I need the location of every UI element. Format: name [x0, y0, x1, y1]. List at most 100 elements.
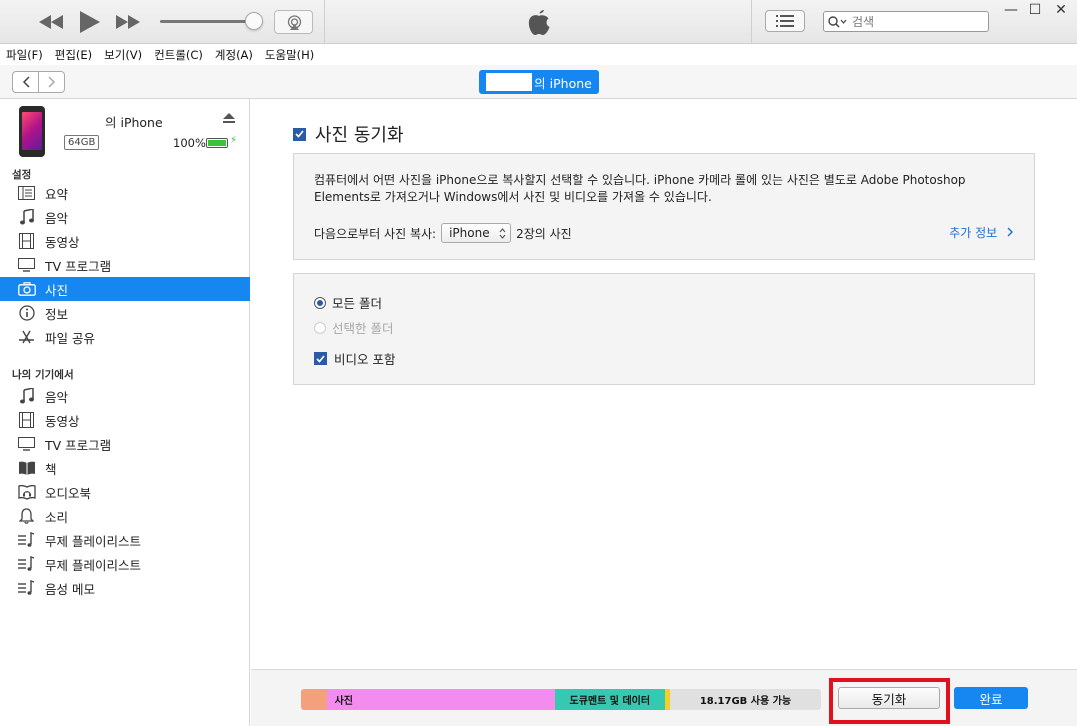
menu-bar: 파일(F) 편집(E) 보기(V) 컨트롤(C) 계정(A) 도움말(H) — [0, 44, 1077, 65]
playlist-icon — [17, 556, 36, 573]
sidebar-settings-item[interactable]: 요약 — [0, 181, 250, 205]
sidebar-device-item-label: 오디오북 — [45, 485, 92, 501]
main-content: 사진 동기화 컴퓨터에서 어떤 사진을 iPhone으로 복사할지 선택할 수 … — [251, 99, 1077, 669]
sidebar-device-item[interactable]: 책 — [0, 456, 250, 480]
include-videos-option[interactable]: 비디오 포함 — [314, 349, 395, 368]
device-section-title: 나의 기기에서 — [12, 369, 74, 381]
sidebar-settings-item[interactable]: 사진 — [0, 277, 250, 301]
sidebar-settings-item[interactable]: 파일 공유 — [0, 325, 250, 349]
menu-edit[interactable]: 편집(E) — [55, 47, 92, 63]
navigation-bar: 의 iPhone — [0, 65, 1077, 99]
sidebar-device-item[interactable]: TV 프로그램 — [0, 432, 250, 456]
sidebar-device-item-label: 음악 — [45, 389, 69, 405]
back-button[interactable] — [13, 72, 39, 92]
menu-view[interactable]: 보기(V) — [104, 47, 142, 63]
minimize-button[interactable]: — — [1001, 2, 1021, 18]
done-button[interactable]: 완료 — [954, 687, 1028, 709]
playlist-icon — [17, 580, 36, 597]
sidebar-device-item[interactable]: 무제 플레이리스트 — [0, 552, 250, 576]
selected-folders-radio — [314, 321, 326, 334]
photo-sync-description: 컴퓨터에서 어떤 사진을 iPhone으로 복사할지 선택할 수 있습니다. i… — [314, 173, 966, 204]
menu-file[interactable]: 파일(F) — [6, 47, 43, 63]
include-videos-label: 비디오 포함 — [334, 352, 396, 367]
film-icon — [17, 233, 36, 250]
bottom-bar: 사진 도큐멘트 및 데이터 18.17GB 사용 가능 동기화 완료 — [251, 669, 1077, 726]
capacity-badge: 64GB — [64, 135, 100, 150]
airplay-button[interactable] — [274, 10, 313, 34]
redacted-name — [486, 73, 533, 91]
copy-from-select[interactable]: iPhone — [441, 223, 512, 243]
sidebar-settings-item-label: 정보 — [45, 306, 69, 322]
sidebar-device-item[interactable]: 무제 플레이리스트 — [0, 528, 250, 552]
storage-segment: 도큐멘트 및 데이터 — [554, 689, 665, 710]
bell-icon — [17, 508, 36, 525]
sidebar-device-item-label: 무제 플레이리스트 — [45, 533, 141, 549]
all-folders-option[interactable]: 모든 폴더 — [314, 293, 382, 312]
chevron-right-icon — [1007, 227, 1013, 237]
volume-slider-knob[interactable] — [245, 12, 263, 30]
sidebar-settings-item[interactable]: TV 프로그램 — [0, 253, 250, 277]
eject-icon[interactable] — [223, 112, 235, 126]
charging-icon: ⚡ — [230, 135, 238, 146]
sidebar-device-item[interactable]: 소리 — [0, 504, 250, 528]
menu-help[interactable]: 도움말(H) — [265, 47, 314, 63]
sync-photos-title: 사진 동기화 — [315, 125, 404, 146]
photo-count: 2장의 사진 — [516, 226, 572, 241]
all-folders-label: 모든 폴더 — [332, 296, 382, 311]
music-icon — [17, 388, 36, 405]
menu-account[interactable]: 계정(A) — [215, 47, 253, 63]
sidebar: 의 iPhone 64GB 100% ⚡ 설정 요약 음악 동영상 TV 프로그램 사진… — [0, 99, 250, 726]
rewind-icon — [39, 15, 63, 29]
sidebar-device-item[interactable]: 동영상 — [0, 408, 250, 432]
apple-logo-icon — [525, 8, 553, 38]
fast-forward-icon — [116, 15, 140, 29]
sidebar-device-item[interactable]: 음성 메모 — [0, 576, 250, 600]
photo-source-panel: 컴퓨터에서 어떤 사진을 iPhone으로 복사할지 선택할 수 있습니다. i… — [293, 153, 1035, 260]
search-box[interactable] — [823, 11, 989, 32]
sync-photos-header: 사진 동기화 — [293, 121, 404, 147]
sidebar-settings-item[interactable]: 정보 — [0, 301, 250, 325]
selected-folders-label: 선택한 폴더 — [332, 321, 394, 336]
film-icon — [17, 412, 36, 429]
forward-button[interactable] — [39, 72, 64, 92]
device-name: 의 iPhone — [105, 115, 163, 130]
sidebar-device-item[interactable]: 오디오북 — [0, 480, 250, 504]
storage-segment: 18.17GB 사용 가능 — [669, 689, 821, 710]
search-icon — [828, 15, 847, 28]
volume-track[interactable] — [160, 20, 255, 23]
storage-bar: 사진 도큐멘트 및 데이터 18.17GB 사용 가능 — [301, 689, 821, 710]
sidebar-settings-item-label: TV 프로그램 — [45, 258, 112, 274]
sidebar-device-item[interactable]: 음악 — [0, 384, 250, 408]
airplay-icon — [287, 15, 302, 30]
play-icon — [80, 11, 100, 33]
info-icon — [17, 305, 36, 322]
sidebar-device-item-label: 음성 메모 — [45, 581, 95, 597]
app-store-icon — [17, 329, 36, 346]
more-info-link[interactable]: 추가 정보 — [949, 224, 1014, 241]
sidebar-settings-item[interactable]: 음악 — [0, 205, 250, 229]
all-folders-radio[interactable] — [314, 296, 326, 309]
device-card[interactable]: 의 iPhone 64GB 100% ⚡ — [0, 99, 250, 161]
rewind-button[interactable] — [38, 10, 64, 34]
sidebar-settings-item[interactable]: 동영상 — [0, 229, 250, 253]
device-button[interactable]: 의 iPhone — [479, 70, 599, 94]
play-button[interactable] — [78, 10, 102, 34]
book-icon — [17, 460, 36, 477]
itunes-window: — ☐ ✕ 파일(F) 편집(E) 보기(V) 컨트롤(C) 계정(A) 도움말… — [0, 0, 1077, 726]
playback-controls — [0, 0, 325, 44]
maximize-button[interactable]: ☐ — [1025, 2, 1045, 18]
audiobook-icon — [17, 484, 36, 501]
tv-icon — [17, 257, 36, 274]
search-input[interactable] — [852, 14, 972, 29]
close-button[interactable]: ✕ — [1051, 2, 1071, 18]
chevron-left-icon — [22, 76, 30, 88]
up-next-button[interactable] — [765, 10, 805, 32]
sync-photos-checkbox[interactable] — [293, 127, 306, 141]
menu-controls[interactable]: 컨트롤(C) — [154, 47, 203, 63]
settings-section-title: 설정 — [12, 169, 32, 181]
copy-from-label: 다음으로부터 사진 복사: — [314, 226, 437, 241]
fast-forward-button[interactable] — [115, 10, 141, 34]
device-button-label: 의 iPhone — [534, 75, 592, 91]
include-videos-checkbox[interactable] — [314, 352, 327, 365]
copy-from-row: 다음으로부터 사진 복사: iPhone 2장의 사진 — [314, 223, 572, 243]
